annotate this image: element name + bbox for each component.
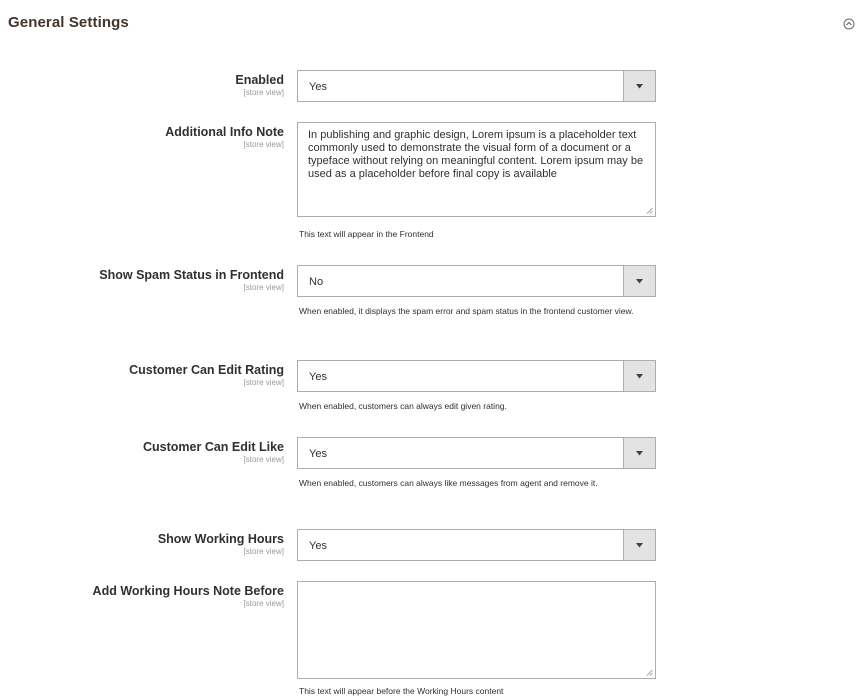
field-label: Customer Can Edit Rating [store view] <box>129 362 284 388</box>
dropdown-toggle[interactable] <box>623 530 655 560</box>
field-label: Additional Info Note [store view] <box>165 124 284 150</box>
scope-label: [store view] <box>243 455 284 464</box>
field-label: Show Spam Status in Frontend [store view… <box>99 267 284 293</box>
scope-label: [store view] <box>243 547 284 556</box>
select-value: Yes <box>309 448 327 460</box>
field-label: Add Working Hours Note Before [store vie… <box>93 583 284 609</box>
select-value: No <box>309 276 324 288</box>
scope-label: [store view] <box>243 599 284 608</box>
dropdown-toggle[interactable] <box>623 361 655 391</box>
field-note: When enabled, it displays the spam error… <box>299 306 634 316</box>
field-note: This text will appear before the Working… <box>299 686 504 696</box>
field-note: When enabled, customers can always like … <box>299 478 598 488</box>
field-label-text: Additional Info Note <box>165 125 284 139</box>
field-label-text: Customer Can Edit Rating <box>129 363 284 377</box>
resize-grip-icon[interactable] <box>646 669 653 676</box>
dropdown-toggle[interactable] <box>623 266 655 296</box>
info-note-textarea[interactable]: In publishing and graphic design, Lorem … <box>297 122 656 217</box>
field-label-text: Show Spam Status in Frontend <box>99 268 284 282</box>
select-value: Yes <box>309 371 327 383</box>
field-label-text: Customer Can Edit Like <box>143 440 284 454</box>
field-label: Customer Can Edit Like [store view] <box>143 439 284 465</box>
section-title[interactable]: General Settings <box>8 14 129 31</box>
field-label: Enabled [store view] <box>235 72 284 98</box>
chevron-down-icon <box>636 543 643 548</box>
dropdown-toggle[interactable] <box>623 438 655 468</box>
edit-rating-select[interactable]: Yes <box>297 360 656 392</box>
select-value: Yes <box>309 81 327 93</box>
textarea-value: In publishing and graphic design, Lorem … <box>308 129 644 180</box>
chevron-down-icon <box>636 84 643 89</box>
field-note: When enabled, customers can always edit … <box>299 401 507 411</box>
scope-label: [store view] <box>243 378 284 387</box>
scope-label: [store view] <box>243 140 284 149</box>
chevron-down-icon <box>636 451 643 456</box>
working-hours-select[interactable]: Yes <box>297 529 656 561</box>
edit-like-select[interactable]: Yes <box>297 437 656 469</box>
field-label-text: Show Working Hours <box>157 532 284 546</box>
field-label-text: Enabled <box>235 73 284 87</box>
resize-grip-icon[interactable] <box>646 207 653 214</box>
spam-status-select[interactable]: No <box>297 265 656 297</box>
scope-label: [store view] <box>243 88 284 97</box>
chevron-down-icon <box>636 374 643 379</box>
collapse-circle-icon[interactable] <box>843 18 855 30</box>
enabled-select[interactable]: Yes <box>297 70 656 102</box>
dropdown-toggle[interactable] <box>623 71 655 101</box>
chevron-down-icon <box>636 279 643 284</box>
select-value: Yes <box>309 540 327 552</box>
field-label: Show Working Hours [store view] <box>158 531 284 557</box>
field-label-text: Add Working Hours Note Before <box>92 584 284 598</box>
scope-label: [store view] <box>243 283 284 292</box>
field-note: This text will appear in the Frontend <box>299 229 434 239</box>
working-hours-note-textarea[interactable] <box>297 581 656 679</box>
